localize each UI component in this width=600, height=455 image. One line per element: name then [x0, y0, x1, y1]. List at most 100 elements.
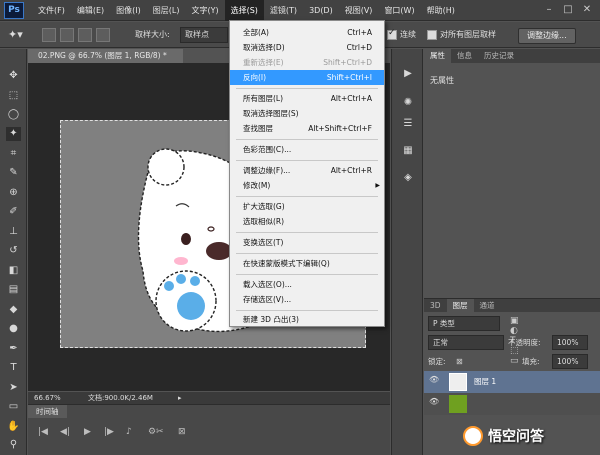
tab-info[interactable]: 信息 [451, 49, 478, 63]
menu-item-transform-selection[interactable]: 变换选区(T) [230, 235, 384, 250]
subtract-selection-icon[interactable] [78, 28, 92, 42]
menu-view[interactable]: 视图(V) [339, 0, 379, 21]
refine-edge-button[interactable]: 调整边缘... [518, 28, 576, 44]
menu-window[interactable]: 窗口(W) [378, 0, 420, 21]
prev-frame-icon[interactable]: ◀| [60, 427, 70, 437]
menu-item-deselect[interactable]: 取消选择(D) Ctrl+D [230, 40, 384, 55]
pen-tool-icon[interactable]: ✒ [6, 342, 21, 356]
menu-item-deselect-layers[interactable]: 取消选择图层(S) [230, 106, 384, 121]
clone-stamp-icon[interactable]: ⊥ [6, 225, 21, 239]
all-layers-checkbox[interactable] [427, 30, 437, 40]
document-tab[interactable]: 02.PNG @ 66.7% (图层 1, RGB/8) * [28, 49, 183, 63]
minimize-icon[interactable]: – [540, 2, 558, 18]
menu-edit[interactable]: 编辑(E) [71, 0, 110, 21]
menu-item-inverse[interactable]: 反向(I) Shift+Ctrl+I [230, 70, 384, 85]
tab-channels[interactable]: 通道 [474, 299, 501, 312]
layer-row[interactable]: 👁 [424, 393, 600, 415]
tab-history[interactable]: 历史记录 [478, 49, 520, 63]
timeline-tab[interactable]: 时间轴 [28, 405, 67, 418]
menu-item-new-3d-extrusion[interactable]: 新建 3D 凸出(3) [230, 312, 384, 327]
timeline-panel: 时间轴 |◀ ◀| ▶ |▶ ♪ ⚙ ✂ ⊠ [28, 404, 390, 455]
menu-item-grow[interactable]: 扩大选取(G) [230, 199, 384, 214]
swatches-icon[interactable]: ▦ [401, 144, 415, 158]
close-icon[interactable]: ✕ [578, 2, 596, 18]
gradient-tool-icon[interactable]: ▤ [6, 283, 21, 297]
audio-icon[interactable]: ♪ [126, 427, 132, 437]
layer-row[interactable]: 👁 图层 1 [424, 371, 600, 393]
fill-input[interactable]: 100% [552, 354, 588, 369]
menu-separator [236, 310, 378, 311]
menu-select[interactable]: 选择(S) [224, 0, 264, 21]
menu-separator [236, 139, 378, 140]
maximize-icon[interactable]: □ [559, 2, 577, 18]
menu-filter[interactable]: 滤镜(T) [264, 0, 303, 21]
new-selection-icon[interactable] [42, 28, 56, 42]
watermark: 悟空问答 [463, 424, 593, 448]
layer-name[interactable]: 图层 1 [474, 376, 496, 387]
zoom-tool-icon[interactable]: ⚲ [6, 438, 21, 452]
crop-tool-icon[interactable]: ⌗ [6, 147, 21, 161]
blend-mode-select[interactable]: 正常 [428, 335, 504, 350]
menu-item-find-layers[interactable]: 查找图层 Alt+Shift+Ctrl+F [230, 121, 384, 136]
brush-tool-icon[interactable]: ✐ [6, 205, 21, 219]
sample-size-select[interactable]: 取样点 [180, 27, 228, 43]
menu-item-reselect[interactable]: 重新选择(E) Shift+Ctrl+D [230, 55, 384, 70]
move-tool-icon[interactable]: ✥ [6, 69, 21, 83]
menu-item-similar[interactable]: 选取相似(R) [230, 214, 384, 229]
hand-tool-icon[interactable]: ✋ [6, 420, 21, 434]
menu-file[interactable]: 文件(F) [32, 0, 71, 21]
menu-item-modify[interactable]: 修改(M) ▶ [230, 178, 384, 193]
sample-size-label: 取样大小: [135, 30, 170, 39]
menu-item-save-selection[interactable]: 存储选区(V)... [230, 292, 384, 307]
intersect-selection-icon[interactable] [96, 28, 110, 42]
settings-icon[interactable]: ⚙ [148, 427, 156, 437]
menu-help[interactable]: 帮助(H) [421, 0, 461, 21]
lasso-tool-icon[interactable]: ◯ [6, 108, 21, 122]
eyedropper-tool-icon[interactable]: ✎ [6, 166, 21, 180]
menu-separator [236, 253, 378, 254]
paragraph-icon[interactable] [401, 175, 415, 189]
healing-brush-icon[interactable]: ⊕ [6, 186, 21, 200]
magic-wand-tool-icon[interactable]: ✦▾ [8, 27, 30, 43]
menu-layer[interactable]: 图层(L) [147, 0, 186, 21]
menu-item-all-layers[interactable]: 所有图层(L) Alt+Ctrl+A [230, 91, 384, 106]
shape-tool-icon[interactable]: ▭ [6, 400, 21, 414]
brush-preset-icon[interactable]: ✺ [401, 96, 415, 110]
first-frame-icon[interactable]: |◀ [38, 427, 48, 437]
menu-3d[interactable]: 3D(D) [303, 0, 339, 21]
layer-thumbnail [449, 373, 467, 391]
marquee-tool-icon[interactable]: ⬚ [6, 89, 21, 103]
panel-icon-strip: ▶ ✺ ☰ ▦ ◈ [391, 49, 423, 455]
tab-3d[interactable]: 3D [424, 299, 447, 312]
add-selection-icon[interactable] [60, 28, 74, 42]
menu-item-all[interactable]: 全部(A) Ctrl+A [230, 25, 384, 40]
menu-item-color-range[interactable]: 色彩范围(C)... [230, 142, 384, 157]
magic-wand-icon[interactable]: ✦ [6, 127, 21, 141]
menu-item-quick-mask[interactable]: 在快速蒙版模式下编辑(Q) [230, 256, 384, 271]
split-icon[interactable]: ✂ [156, 427, 164, 437]
eraser-tool-icon[interactable]: ◧ [6, 264, 21, 278]
opacity-input[interactable]: 100% [552, 335, 588, 350]
menu-item-refine-edge[interactable]: 调整边缘(F)... Alt+Ctrl+R [230, 163, 384, 178]
adjustments-icon[interactable]: ☰ [401, 117, 415, 131]
menu-image[interactable]: 图像(I) [110, 0, 147, 21]
menu-item-load-selection[interactable]: 载入选区(O)... [230, 277, 384, 292]
play-icon[interactable]: ▶ [84, 427, 91, 437]
play-action-icon[interactable]: ▶ [401, 67, 415, 81]
history-brush-icon[interactable]: ↺ [6, 244, 21, 258]
type-tool-icon[interactable]: T [6, 361, 21, 375]
continuous-checkbox[interactable] [387, 28, 397, 40]
path-selection-icon[interactable]: ➤ [6, 381, 21, 395]
visibility-eye-icon[interactable]: 👁 [429, 375, 439, 384]
transition-icon[interactable]: ⊠ [178, 427, 186, 437]
next-frame-icon[interactable]: |▶ [104, 427, 114, 437]
blur-tool-icon[interactable]: ◆ [6, 303, 21, 317]
layer-kind-filter[interactable]: P 类型 [428, 316, 500, 331]
status-arrow-icon[interactable]: ▸ [178, 392, 182, 404]
dodge-tool-icon[interactable]: ● [6, 322, 21, 336]
visibility-eye-icon[interactable]: 👁 [429, 397, 439, 406]
zoom-level[interactable]: 66.67% [34, 392, 61, 404]
tab-properties[interactable]: 属性 [424, 49, 451, 63]
tab-layers[interactable]: 图层 [446, 299, 474, 312]
menu-type[interactable]: 文字(Y) [185, 0, 224, 21]
